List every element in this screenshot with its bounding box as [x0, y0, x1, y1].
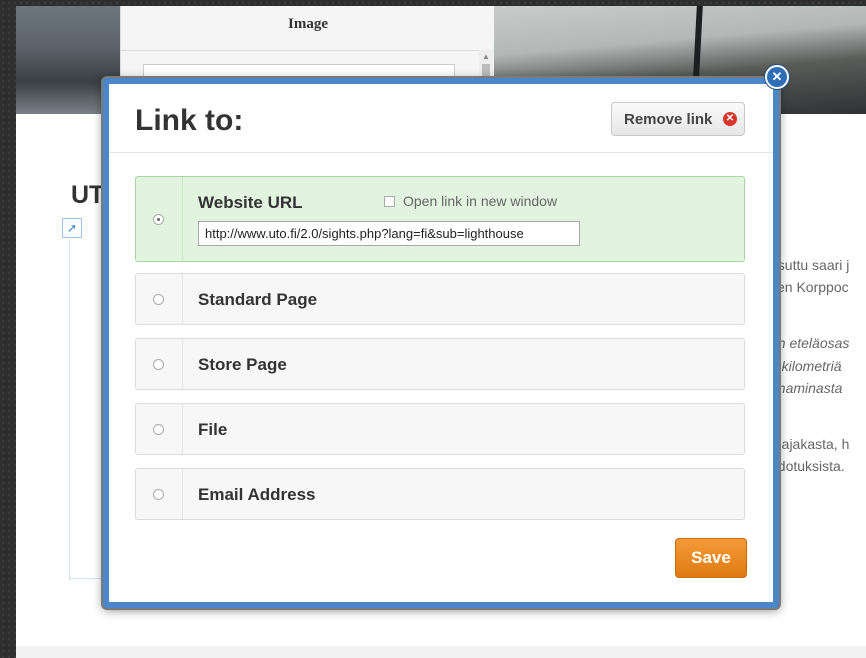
dialog-title: Link to: — [135, 104, 244, 137]
remove-link-button[interactable]: Remove link ✕ — [611, 102, 745, 136]
body-text-line: nhaminasta — [770, 380, 843, 396]
link-dialog: Link to: Remove link ✕ Website URL Open … — [103, 78, 779, 608]
option-label: Email Address — [198, 485, 316, 504]
option-store-page[interactable]: Store Page — [135, 338, 745, 390]
open-new-window-label: Open link in new window — [403, 193, 558, 209]
body-text-line: edotuksista. — [770, 458, 845, 474]
open-new-window-checkbox[interactable] — [384, 196, 395, 207]
radio-store-page[interactable] — [153, 359, 164, 370]
page-footer — [16, 646, 866, 658]
open-new-window-option[interactable]: Open link in new window — [384, 193, 557, 209]
remove-icon: ✕ — [723, 112, 737, 126]
radio-file[interactable] — [153, 424, 164, 435]
option-email-address[interactable]: Email Address — [135, 468, 745, 520]
dialog-header: Link to: Remove link ✕ — [109, 84, 773, 153]
close-icon[interactable]: ✕ — [765, 65, 789, 89]
body-text-line: en eteläosas — [770, 335, 850, 351]
body-text-line: 3 kilometriä — [770, 358, 842, 374]
option-file[interactable]: File — [135, 403, 745, 455]
url-input[interactable] — [198, 221, 580, 246]
option-label: Store Page — [198, 355, 287, 374]
body-text-line: asuttu saari j — [770, 257, 850, 273]
remove-link-label: Remove link — [624, 111, 713, 128]
option-label: Standard Page — [198, 290, 318, 309]
edit-block-icon[interactable]: ➚ — [62, 218, 82, 238]
option-label: Website URL — [198, 193, 303, 212]
body-text-line: majakasta, h — [770, 436, 850, 452]
option-website-url[interactable]: Website URL Open link in new window — [135, 176, 745, 262]
scroll-up-arrow-icon[interactable]: ▲ — [482, 52, 490, 61]
body-text-line: sen Korppoc — [770, 279, 849, 295]
image-panel-title: Image — [288, 16, 328, 32]
option-label: File — [198, 420, 228, 439]
page-heading: UT — [71, 181, 105, 209]
radio-standard-page[interactable] — [153, 294, 164, 305]
save-button[interactable]: Save — [675, 538, 747, 578]
option-standard-page[interactable]: Standard Page — [135, 273, 745, 325]
radio-email-address[interactable] — [153, 489, 164, 500]
radio-website-url[interactable] — [153, 214, 164, 225]
